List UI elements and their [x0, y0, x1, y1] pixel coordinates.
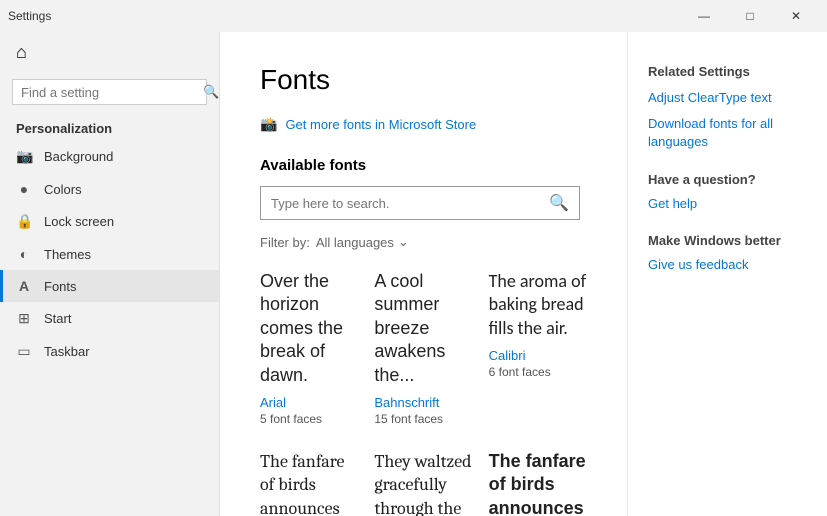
download-fonts-link[interactable]: Download fonts for all languages: [648, 115, 807, 151]
font-name-bahnschrift[interactable]: Bahnschrift: [374, 395, 472, 410]
font-card-bahnschrift[interactable]: A cool summer breeze awakens the... Bahn…: [374, 270, 472, 426]
font-faces-bahnschrift: 15 font faces: [374, 412, 472, 426]
sidebar-item-start[interactable]: ⊞ Start: [0, 302, 219, 335]
sidebar-item-label-background: Background: [44, 149, 113, 164]
background-icon: 📷: [16, 148, 32, 165]
sidebar: ⌂ 🔍 Personalization 📷 Background ● Color…: [0, 32, 220, 516]
fonts-icon: A: [16, 278, 32, 294]
maximize-button[interactable]: □: [727, 0, 773, 32]
chevron-down-icon: ⌄: [398, 234, 409, 250]
store-link-label: Get more fonts in Microsoft Store: [285, 117, 476, 132]
filter-label: Filter by:: [260, 235, 310, 250]
related-settings-title: Related Settings: [648, 64, 807, 79]
fonts-search-input[interactable]: [271, 196, 543, 211]
sidebar-item-colors[interactable]: ● Colors: [0, 173, 219, 205]
colors-icon: ●: [16, 181, 32, 197]
sidebar-section-label: Personalization: [0, 115, 219, 140]
font-card-candara[interactable]: The fanfare of birds announces the morni…: [489, 450, 587, 516]
sidebar-item-label-fonts: Fonts: [44, 279, 77, 294]
close-button[interactable]: ✕: [773, 0, 819, 32]
sidebar-item-themes[interactable]: ◐ Themes: [0, 238, 219, 270]
question-section: Have a question? Get help: [648, 172, 807, 213]
font-preview-cambria: The fanfare of birds announces the morni…: [260, 450, 358, 516]
font-card-arial[interactable]: Over the horizon comes the break of dawn…: [260, 270, 358, 426]
font-faces-arial: 5 font faces: [260, 412, 358, 426]
title-bar: Settings — □ ✕: [0, 0, 827, 32]
search-box[interactable]: 🔍: [12, 79, 207, 105]
search-fonts-box[interactable]: 🔍: [260, 186, 580, 220]
cleartype-link[interactable]: Adjust ClearType text: [648, 89, 807, 107]
page-title: Fonts: [260, 64, 587, 96]
filter-value: All languages: [316, 235, 394, 250]
sidebar-item-background[interactable]: 📷 Background: [0, 140, 219, 173]
fonts-search-icon: 🔍: [549, 193, 569, 213]
app-body: ⌂ 🔍 Personalization 📷 Background ● Color…: [0, 32, 827, 516]
themes-icon: ◐: [16, 246, 32, 262]
font-card-cambria[interactable]: The fanfare of birds announces the morni…: [260, 450, 358, 516]
minimize-button[interactable]: —: [681, 0, 727, 32]
start-icon: ⊞: [16, 310, 32, 327]
feedback-link[interactable]: Give us feedback: [648, 256, 807, 274]
search-input[interactable]: [21, 85, 197, 100]
taskbar-icon: ▭: [16, 343, 32, 360]
font-name-arial[interactable]: Arial: [260, 395, 358, 410]
title-bar-left: Settings: [8, 9, 51, 23]
font-preview-cambria-math: They waltzed gracefully through the air.: [374, 450, 472, 516]
app-title: Settings: [8, 9, 51, 23]
sidebar-item-label-taskbar: Taskbar: [44, 344, 90, 359]
sidebar-item-taskbar[interactable]: ▭ Taskbar: [0, 335, 219, 368]
sidebar-item-fonts[interactable]: A Fonts: [0, 270, 219, 302]
sidebar-item-label-start: Start: [44, 311, 71, 326]
home-icon: ⌂: [16, 42, 27, 63]
search-icon: 🔍: [203, 84, 219, 100]
sidebar-item-label-lock-screen: Lock screen: [44, 214, 114, 229]
font-preview-candara: The fanfare of birds announces the morni…: [489, 450, 587, 516]
get-help-link[interactable]: Get help: [648, 195, 807, 213]
font-preview-arial: Over the horizon comes the break of dawn…: [260, 270, 358, 387]
font-card-calibri[interactable]: The aroma of baking bread fills the air.…: [489, 270, 587, 426]
fonts-grid: Over the horizon comes the break of dawn…: [260, 270, 587, 516]
feedback-section: Make Windows better Give us feedback: [648, 233, 807, 274]
font-preview-calibri: The aroma of baking bread fills the air.: [489, 270, 587, 340]
font-faces-calibri: 6 font faces: [489, 365, 587, 379]
filter-row: Filter by: All languages ⌄: [260, 234, 587, 250]
main-content: Fonts 📸 Get more fonts in Microsoft Stor…: [220, 32, 627, 516]
filter-dropdown[interactable]: All languages ⌄: [316, 234, 409, 250]
sidebar-item-label-colors: Colors: [44, 182, 82, 197]
font-preview-bahnschrift: A cool summer breeze awakens the...: [374, 270, 472, 387]
font-name-calibri[interactable]: Calibri: [489, 348, 587, 363]
available-fonts-label: Available fonts: [260, 157, 587, 174]
sidebar-home-button[interactable]: ⌂: [0, 32, 219, 73]
lock-icon: 🔒: [16, 213, 32, 230]
sidebar-item-lock-screen[interactable]: 🔒 Lock screen: [0, 205, 219, 238]
right-panel: Related Settings Adjust ClearType text D…: [627, 32, 827, 516]
sidebar-item-label-themes: Themes: [44, 247, 91, 262]
feedback-title: Make Windows better: [648, 233, 807, 248]
store-icon: 📸: [260, 116, 277, 133]
font-card-cambria-math[interactable]: They waltzed gracefully through the air.…: [374, 450, 472, 516]
question-title: Have a question?: [648, 172, 807, 187]
title-bar-controls: — □ ✕: [681, 0, 819, 32]
store-link[interactable]: 📸 Get more fonts in Microsoft Store: [260, 116, 587, 133]
